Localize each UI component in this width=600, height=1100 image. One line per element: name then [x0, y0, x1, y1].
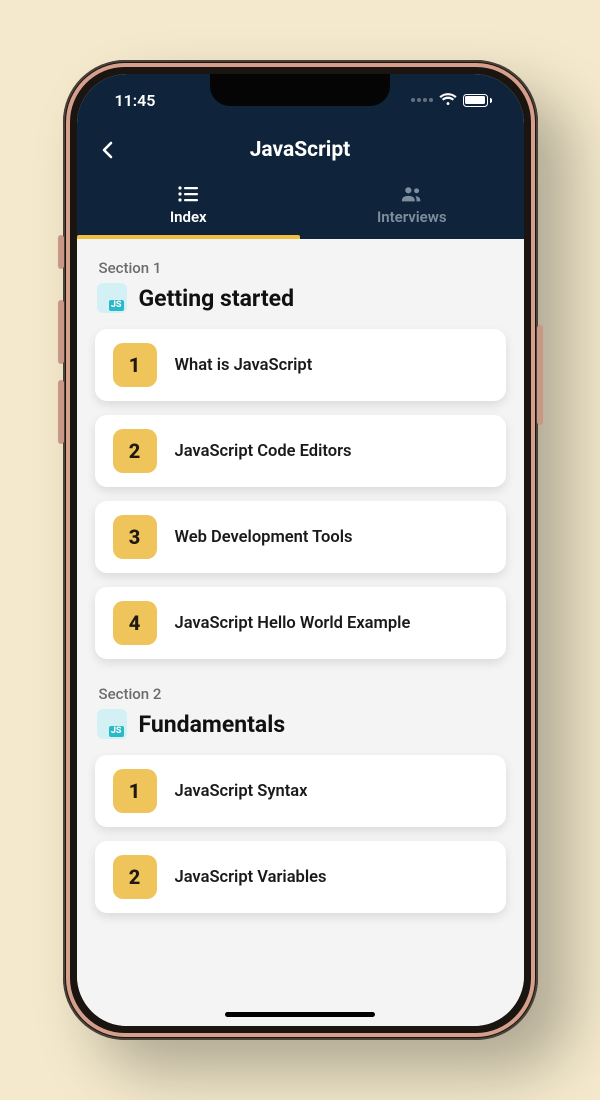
- lesson-card[interactable]: 2 JavaScript Code Editors: [95, 415, 506, 487]
- status-right: [411, 93, 492, 107]
- screen: 11:45: [77, 74, 524, 1026]
- lesson-card[interactable]: 1 JavaScript Syntax: [95, 755, 506, 827]
- header: JavaScript Index: [77, 126, 524, 239]
- chevron-left-icon: [96, 138, 120, 162]
- lesson-number-badge: 3: [113, 515, 157, 559]
- page-title: JavaScript: [77, 138, 524, 162]
- battery-icon: [463, 94, 492, 107]
- section-title: Getting started: [139, 285, 295, 312]
- back-button[interactable]: [91, 133, 125, 167]
- home-indicator[interactable]: [225, 1012, 375, 1017]
- phone-side-button: [537, 325, 543, 425]
- tab-label: Interviews: [377, 208, 447, 226]
- phone-frame: 11:45: [63, 60, 538, 1040]
- lesson-title: Web Development Tools: [175, 528, 353, 547]
- content-scroll[interactable]: Section 1 JS Getting started 1 What is J…: [77, 239, 524, 1026]
- lesson-title: JavaScript Syntax: [175, 782, 308, 801]
- section-block: Section 2 JS Fundamentals 1 JavaScript S…: [95, 685, 506, 913]
- signal-dots-icon: [411, 98, 433, 102]
- phone-side-button: [58, 300, 64, 364]
- tab-index[interactable]: Index: [77, 174, 301, 239]
- lesson-number-badge: 1: [113, 343, 157, 387]
- js-badge-icon: JS: [97, 709, 127, 739]
- lesson-card[interactable]: 3 Web Development Tools: [95, 501, 506, 573]
- people-icon: [401, 186, 423, 202]
- phone-side-button: [58, 380, 64, 444]
- section-label: Section 1: [99, 259, 506, 277]
- lesson-title: JavaScript Variables: [175, 868, 327, 887]
- wifi-icon: [439, 93, 457, 107]
- tabs: Index Interviews: [77, 174, 524, 239]
- list-icon: [177, 186, 199, 202]
- lesson-number-badge: 2: [113, 855, 157, 899]
- phone-side-button: [58, 235, 64, 269]
- lesson-card[interactable]: 4 JavaScript Hello World Example: [95, 587, 506, 659]
- tab-interviews[interactable]: Interviews: [300, 174, 524, 239]
- section-block: Section 1 JS Getting started 1 What is J…: [95, 259, 506, 659]
- lesson-title: JavaScript Code Editors: [175, 442, 352, 461]
- lesson-title: JavaScript Hello World Example: [175, 614, 411, 633]
- lesson-card[interactable]: 1 What is JavaScript: [95, 329, 506, 401]
- section-title: Fundamentals: [139, 711, 286, 738]
- lesson-number-badge: 2: [113, 429, 157, 473]
- section-label: Section 2: [99, 685, 506, 703]
- lesson-number-badge: 1: [113, 769, 157, 813]
- section-header: JS Fundamentals: [97, 709, 506, 739]
- lesson-title: What is JavaScript: [175, 356, 313, 375]
- lesson-number-badge: 4: [113, 601, 157, 645]
- lesson-card[interactable]: 2 JavaScript Variables: [95, 841, 506, 913]
- js-badge-icon: JS: [97, 283, 127, 313]
- notch: [210, 74, 390, 106]
- section-header: JS Getting started: [97, 283, 506, 313]
- status-time: 11:45: [115, 91, 156, 110]
- tab-label: Index: [170, 208, 207, 226]
